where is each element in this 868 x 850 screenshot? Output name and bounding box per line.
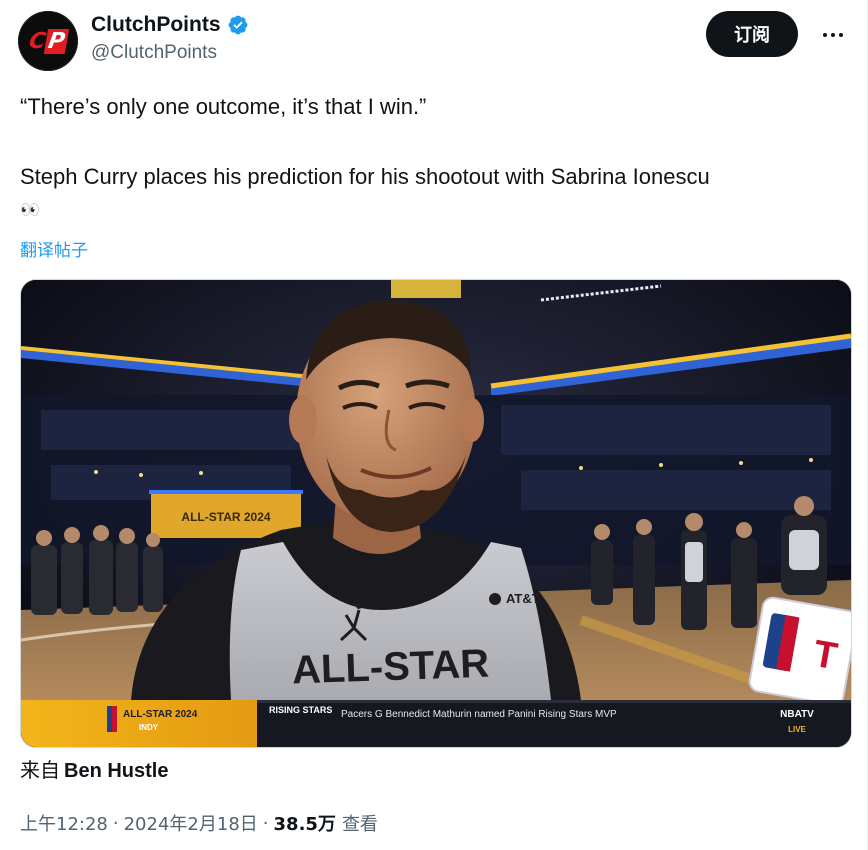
sponsor-text: AT&T — [506, 591, 540, 606]
ticker-network: NBATV — [780, 709, 814, 720]
verified-badge-icon[interactable] — [227, 14, 249, 36]
tweet-text: “There’s only one outcome, it’s that I w… — [20, 92, 850, 226]
more-options-icon[interactable] — [816, 18, 850, 52]
subscribe-button[interactable]: 订阅 — [706, 11, 798, 57]
views-label: 查看 — [341, 814, 378, 835]
scoreboard-text: ALL-STAR 2024 — [181, 510, 270, 524]
author-display-name[interactable]: ClutchPoints — [91, 13, 221, 37]
author-handle[interactable]: @ClutchPoints — [91, 42, 249, 64]
tweet-media-video[interactable]: ALL-STAR 2024 ALL-STAR AT&T T ALL-STAR 2… — [20, 279, 852, 748]
source-name-link[interactable]: Ben Hustle — [64, 760, 168, 782]
source-attribution: 来自 Ben Hustle — [20, 754, 168, 783]
avatar[interactable]: CP — [18, 11, 78, 71]
eyes-emoji: 👀 — [20, 202, 42, 219]
translate-post-link[interactable]: 翻译帖子 — [20, 236, 88, 261]
basketball-player-interview-image: ALL-STAR 2024 ALL-STAR AT&T T ALL-STAR 2… — [21, 280, 851, 747]
post-date-link[interactable]: 2024年2月18日 — [124, 810, 258, 836]
tweet-body-line: Steph Curry places his prediction for hi… — [20, 164, 710, 189]
author-names: ClutchPoints @ClutchPoints — [91, 13, 249, 64]
meta-separator: · — [262, 812, 269, 834]
tweet-quote-line: “There’s only one outcome, it’s that I w… — [20, 94, 427, 119]
ticker-live-label: LIVE — [788, 725, 806, 734]
display-name-row: ClutchPoints — [91, 13, 249, 37]
ticker-headline: Pacers G Bennedict Mathurin named Panini… — [341, 709, 617, 720]
ticker-badge-line2: INDY — [139, 723, 159, 732]
source-prefix: 来自 — [20, 758, 60, 782]
jersey-text: ALL-STAR — [291, 642, 490, 693]
tweet-meta: 上午12:28 · 2024年2月18日 · 38.5万 查看 — [20, 810, 378, 836]
ticker-category: RISING STARS — [269, 705, 332, 715]
ticker-badge-line1: ALL-STAR 2024 — [123, 709, 198, 720]
views-count: 38.5万 — [273, 814, 336, 835]
meta-separator: · — [112, 812, 119, 834]
tweet-page: CP ClutchPoints @ClutchPoints 订阅 “There’… — [0, 0, 868, 850]
clutchpoints-logo-icon: CP — [24, 27, 73, 55]
tweet-header: CP ClutchPoints @ClutchPoints 订阅 — [18, 8, 854, 72]
post-time-link[interactable]: 上午12:28 — [20, 810, 108, 836]
